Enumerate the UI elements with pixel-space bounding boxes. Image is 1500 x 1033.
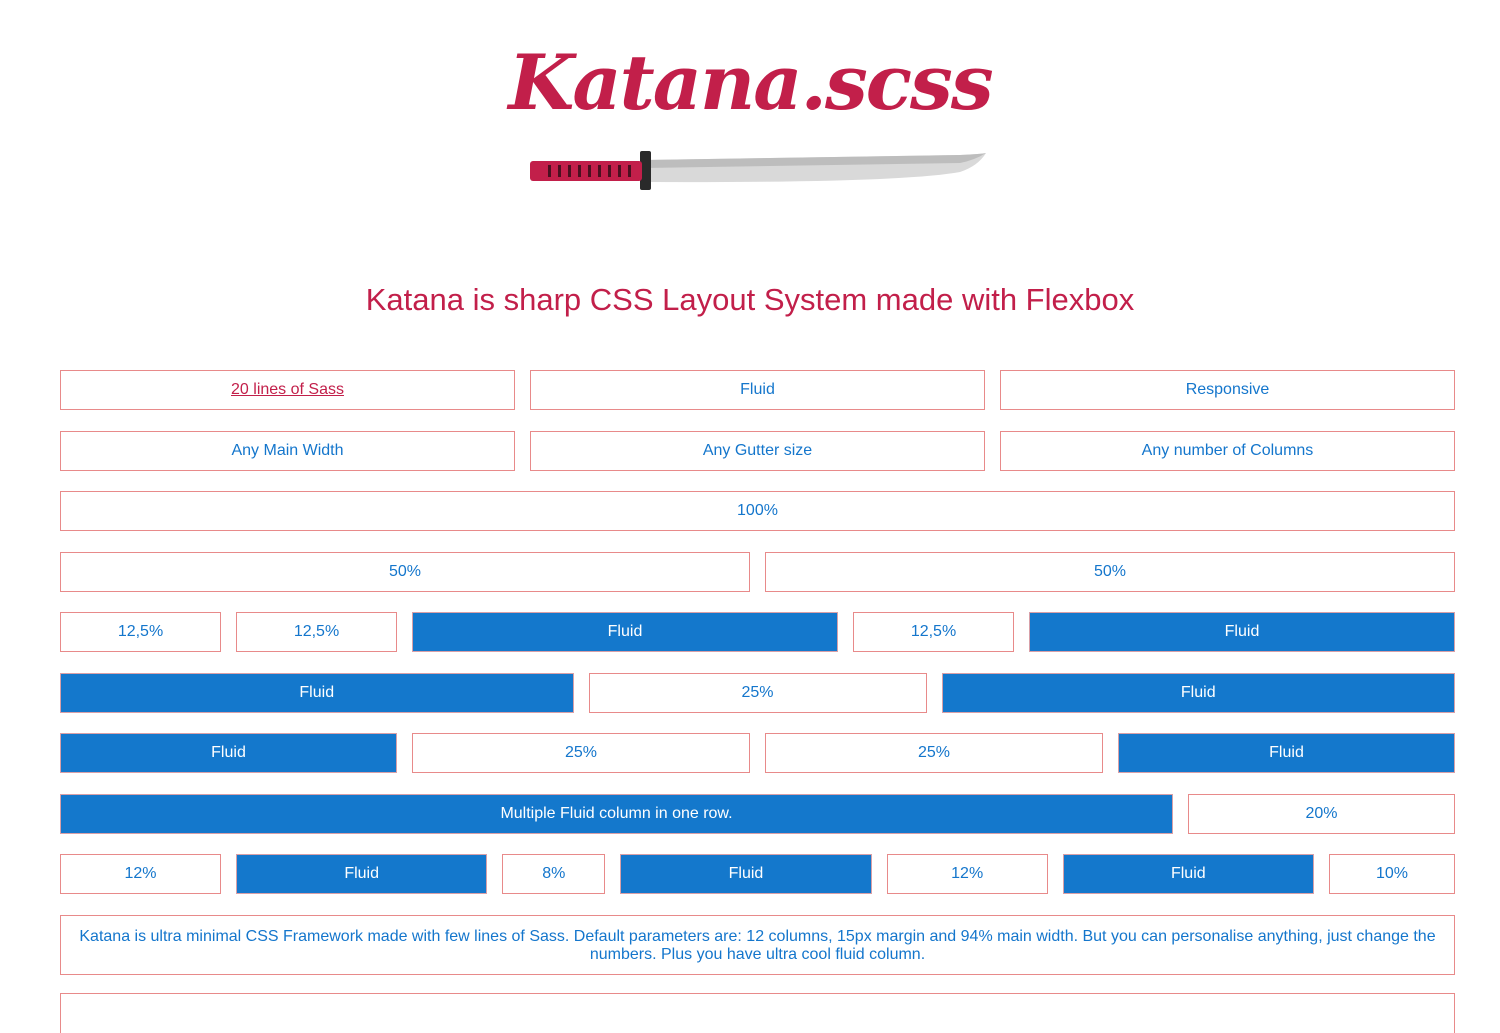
grid-row: 50% 50% — [60, 551, 1455, 592]
grid-cell: 10% — [1328, 854, 1455, 894]
grid-cell: Any number of Columns — [1000, 430, 1455, 471]
grid-cell: 25% — [588, 672, 927, 713]
grid-cell-fluid: Fluid — [60, 672, 574, 713]
grid-cell-fluid: Fluid — [1029, 612, 1455, 652]
grid-cell: Any Main Width — [60, 430, 515, 471]
logo-wordmark: Katana.scss — [508, 38, 993, 127]
grid-cell: 100% — [60, 491, 1455, 531]
grid-cell-fluid: Fluid — [1062, 854, 1314, 894]
grid-cell: 8% — [502, 854, 606, 894]
grid-row: 100% — [60, 491, 1455, 531]
grid-row — [60, 993, 1455, 1033]
grid-cell: 12,5% — [236, 612, 397, 652]
sass-link[interactable]: 20 lines of Sass — [60, 370, 515, 410]
grid-row: Fluid 25% Fluid — [60, 672, 1455, 713]
framework-description: Katana is ultra minimal CSS Framework ma… — [60, 914, 1455, 975]
grid-row: Any Main Width Any Gutter size Any numbe… — [60, 430, 1455, 471]
grid-cell: 25% — [412, 733, 750, 773]
layout-grid-demo: 20 lines of Sass Fluid Responsive Any Ma… — [60, 370, 1455, 975]
grid-cell-fluid: Fluid — [1118, 733, 1455, 773]
grid-cell: Any Gutter size — [530, 430, 985, 471]
grid-cell: 12,5% — [853, 612, 1014, 652]
grid-row: 12% Fluid 8% Fluid 12% Fluid 10% — [60, 854, 1455, 894]
grid-cell: 50% — [765, 551, 1455, 592]
grid-cell-fluid: Fluid — [60, 733, 397, 773]
grid-cell: 50% — [60, 551, 750, 592]
header: Katana.scss Katana is sharp CSS Layout S… — [0, 0, 1500, 317]
grid-cell-fluid: Fluid — [620, 854, 872, 894]
grid-cell: 12% — [60, 854, 221, 894]
page-title: Katana is sharp CSS Layout System made w… — [365, 282, 1135, 317]
grid-cell-fluid: Multiple Fluid column in one row. — [60, 793, 1173, 834]
grid-cell-fluid: Fluid — [236, 854, 488, 894]
grid-cell: Responsive — [1000, 370, 1455, 410]
grid-row: Multiple Fluid column in one row. 20% — [60, 793, 1455, 834]
grid-cell: 20% — [1188, 793, 1455, 834]
grid-cell-fluid: Fluid — [941, 672, 1455, 713]
grid-row: Fluid 25% 25% Fluid — [60, 733, 1455, 773]
grid-cell: Fluid — [530, 370, 985, 410]
grid-cell: 25% — [765, 733, 1103, 773]
grid-cell: 12% — [886, 854, 1048, 894]
grid-row: 20 lines of Sass Fluid Responsive — [60, 370, 1455, 410]
grid-row: 12,5% 12,5% Fluid 12,5% Fluid — [60, 612, 1455, 652]
grid-cell: 12,5% — [60, 612, 221, 652]
grid-cell-fluid: Fluid — [412, 612, 838, 652]
